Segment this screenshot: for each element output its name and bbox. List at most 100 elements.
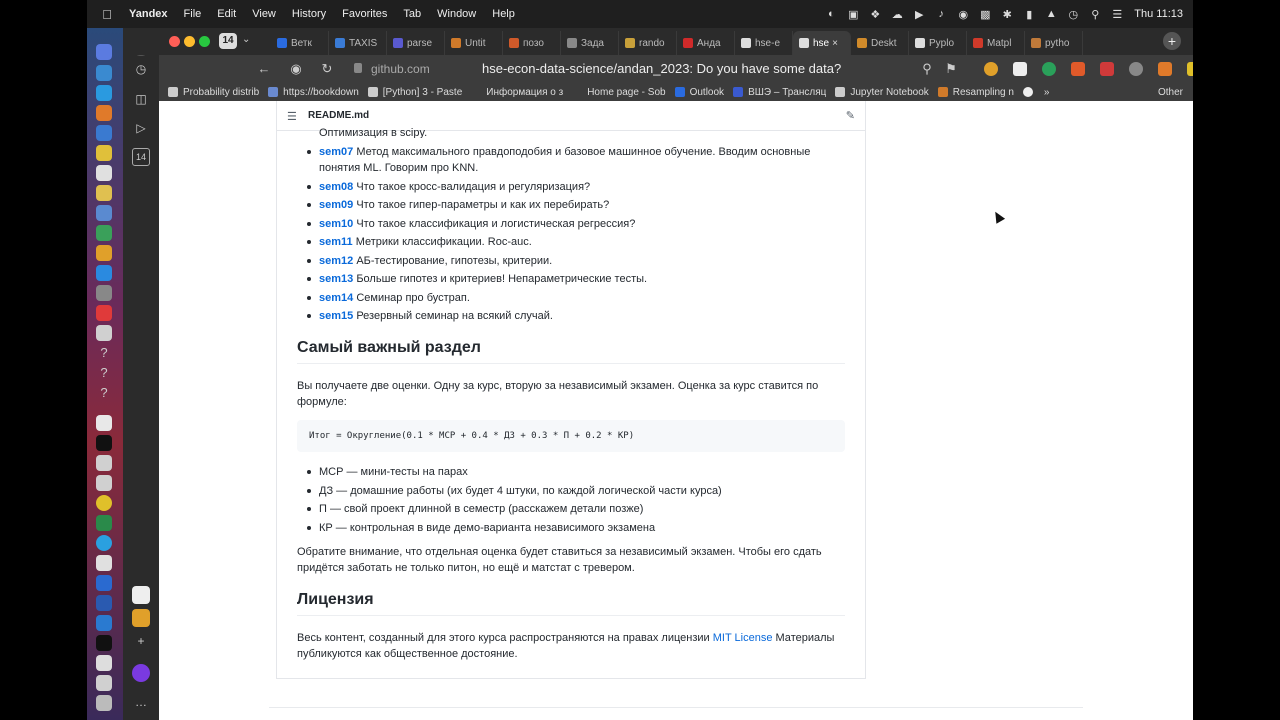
browser-tab[interactable]: rando	[619, 31, 677, 55]
finder-icon[interactable]	[96, 44, 112, 60]
adblock-icon[interactable]	[1100, 62, 1114, 76]
seminar-link[interactable]: sem10	[319, 218, 353, 230]
menu-favorites[interactable]: Favorites	[334, 8, 395, 20]
safari-icon[interactable]	[96, 85, 112, 101]
chrome-icon[interactable]	[96, 495, 112, 511]
browser-tab[interactable]: Анда	[677, 31, 735, 55]
app-icon[interactable]	[96, 555, 112, 571]
seminar-link[interactable]: sem07	[319, 146, 353, 158]
bookmark-icon[interactable]: ⚑	[943, 61, 959, 77]
window-layout-icon[interactable]: ▣	[842, 7, 864, 21]
question-icon[interactable]: ?	[96, 385, 112, 401]
metamask-icon[interactable]	[1158, 62, 1172, 76]
app-icon[interactable]	[96, 455, 112, 471]
app-icon[interactable]	[96, 205, 112, 221]
alice-icon[interactable]	[132, 664, 150, 682]
browser-tab[interactable]: hse ×	[793, 31, 851, 55]
seminar-link[interactable]: sem13	[319, 273, 353, 285]
battery-saver-icon[interactable]	[1187, 62, 1193, 76]
add-panel-icon[interactable]: +	[132, 632, 150, 650]
extension-icon[interactable]	[984, 62, 998, 76]
browser-tab[interactable]: Matpl	[967, 31, 1025, 55]
zoom-icon[interactable]	[96, 615, 112, 631]
question-icon[interactable]: ?	[96, 365, 112, 381]
app-icon[interactable]	[96, 325, 112, 341]
seminar-link[interactable]: sem08	[319, 181, 353, 193]
bookmark-item[interactable]: https://bookdown	[268, 83, 359, 101]
menu-clock[interactable]: Thu 11:13	[1134, 8, 1183, 20]
extension-icon[interactable]	[1129, 62, 1143, 76]
app-icon[interactable]	[96, 475, 112, 491]
launchpad-icon[interactable]	[96, 65, 112, 81]
bookmark-item[interactable]: Resampling n	[937, 83, 1014, 101]
seminar-link[interactable]: sem14	[319, 292, 353, 304]
bookmarks-other[interactable]: Other	[1158, 83, 1183, 101]
browser-tab[interactable]: Deskt	[851, 31, 909, 55]
bookmarks-overflow-chevron[interactable]: »	[1044, 83, 1050, 101]
gmail-icon[interactable]	[132, 586, 150, 604]
close-window-button[interactable]	[169, 36, 180, 47]
media-play-icon[interactable]: ▷	[132, 119, 150, 137]
bookmark-item[interactable]: ВШЭ – Трансляц	[733, 83, 826, 101]
bookmark-item[interactable]: Jupyter Notebook	[835, 83, 929, 101]
menu-help[interactable]: Help	[484, 8, 523, 20]
trash-icon[interactable]	[96, 695, 112, 711]
excel-icon[interactable]	[96, 515, 112, 531]
spotlight-search-icon[interactable]: ⚲	[1084, 7, 1106, 21]
app-icon[interactable]	[96, 415, 112, 431]
app-store-icon[interactable]	[96, 265, 112, 281]
bookmark-item[interactable]: Outlook	[674, 83, 724, 101]
bluetooth-icon[interactable]: ✱	[996, 7, 1018, 21]
question-icon[interactable]: ?	[96, 345, 112, 361]
wifi-icon[interactable]: ▲	[1040, 7, 1062, 21]
battery-icon[interactable]: ▮	[1018, 7, 1040, 21]
cloud-icon[interactable]: ☁	[886, 7, 908, 21]
yandex-icon[interactable]	[96, 305, 112, 321]
control-center-icon[interactable]: ☰	[1106, 7, 1128, 21]
seminar-link[interactable]: sem12	[319, 255, 353, 267]
grammarly-icon[interactable]	[1042, 62, 1056, 76]
telegram-icon[interactable]	[96, 535, 112, 551]
firefox-icon[interactable]	[96, 105, 112, 121]
menu-tab[interactable]: Tab	[395, 8, 429, 20]
volume-icon[interactable]: ♪	[930, 7, 952, 21]
feather-icon[interactable]: ❖	[864, 7, 886, 21]
bookmark-item[interactable]: Home page - Sob	[572, 83, 666, 101]
headphones-icon[interactable]: ◉	[952, 7, 974, 21]
photos-icon[interactable]	[96, 145, 112, 161]
bookmark-item[interactable]: [Python] 3 - Paste	[367, 83, 462, 101]
minimize-window-button[interactable]	[184, 36, 195, 47]
browser-tab[interactable]: Pyplo	[909, 31, 967, 55]
edit-pencil-icon[interactable]: ✎	[846, 109, 855, 122]
menu-edit[interactable]: Edit	[209, 8, 244, 20]
browser-tab[interactable]: Untit	[445, 31, 503, 55]
browser-tab[interactable]: TAXIS	[329, 31, 387, 55]
app-icon[interactable]	[132, 609, 150, 627]
browser-tab[interactable]: hse-e	[735, 31, 793, 55]
half-circle-icon[interactable]: ◐	[820, 7, 842, 21]
chevron-down-icon[interactable]: ⌄	[242, 34, 250, 45]
notes-icon[interactable]	[96, 185, 112, 201]
tab-count-badge[interactable]: 14	[219, 33, 237, 49]
address-domain[interactable]: github.com	[371, 62, 430, 76]
numbers-icon[interactable]	[96, 225, 112, 241]
menu-window[interactable]: Window	[429, 8, 484, 20]
terminal-icon[interactable]	[96, 435, 112, 451]
menu-app-name[interactable]: Yandex	[121, 8, 176, 20]
bookmark-item[interactable]: Информация о з	[471, 83, 563, 101]
history-icon[interactable]: ◷	[132, 60, 150, 78]
browser-tab[interactable]: Зада	[561, 31, 619, 55]
terminal-icon[interactable]	[96, 635, 112, 651]
back-arrow-icon[interactable]: ←	[256, 61, 272, 77]
outline-list-icon[interactable]: ☰	[287, 110, 297, 123]
app-icon[interactable]	[96, 675, 112, 691]
github-icon[interactable]	[1022, 83, 1038, 101]
menu-file[interactable]: File	[176, 8, 210, 20]
seminar-link[interactable]: sem11	[319, 236, 353, 248]
outlook-icon[interactable]	[96, 575, 112, 591]
close-tab-icon[interactable]: ×	[832, 38, 838, 49]
seminar-link[interactable]: sem15	[319, 310, 353, 322]
browser-tab[interactable]: позо	[503, 31, 561, 55]
protect-icon[interactable]: ◉	[288, 61, 304, 77]
keyboard-layout-icon[interactable]: ▩	[974, 7, 996, 21]
